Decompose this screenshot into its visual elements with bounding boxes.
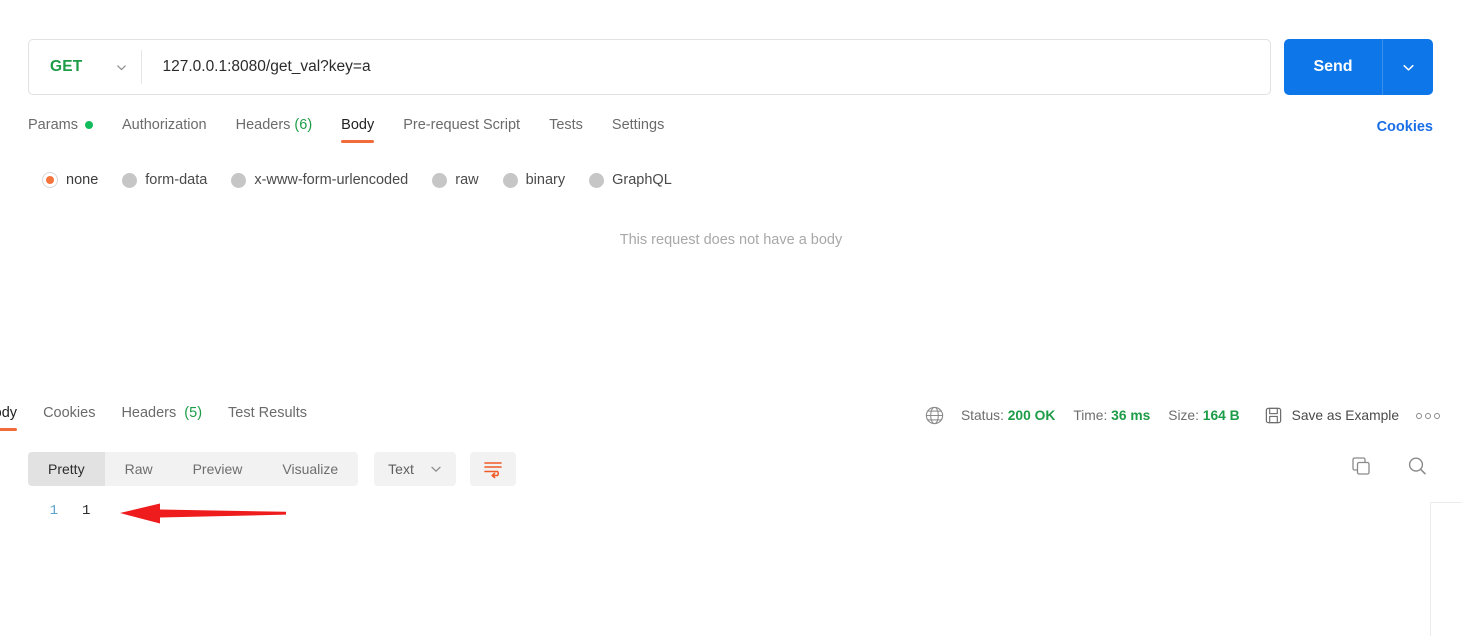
response-status-bar: Status: 200 OK Time: 36 ms Size: 164 B S… — [924, 405, 1440, 426]
search-icon[interactable] — [1406, 455, 1428, 477]
response-tab-headers-count: (5) — [184, 405, 203, 421]
tab-authorization-label: Authorization — [121, 117, 207, 133]
line-content: 1 — [82, 503, 91, 519]
send-options-chevron-down-icon[interactable] — [1383, 39, 1433, 95]
globe-icon — [924, 405, 945, 426]
radio-selected-icon — [42, 172, 58, 188]
time-value: 36 ms — [1111, 408, 1151, 423]
tab-settings[interactable]: Settings — [612, 117, 664, 143]
response-tab-headers[interactable]: Headers (5) — [121, 405, 202, 431]
body-type-graphql[interactable]: GraphQL — [589, 172, 672, 188]
tab-pre-request-script[interactable]: Pre-request Script — [403, 117, 520, 143]
chevron-down-icon — [116, 62, 127, 73]
response-tabs: Body Cookies Headers (5) Test Results — [0, 405, 430, 439]
body-type-form-data-label: form-data — [145, 172, 208, 188]
response-tab-headers-label: Headers — [121, 405, 177, 421]
response-tab-body-label: Body — [0, 405, 18, 421]
view-mode-raw[interactable]: Raw — [105, 452, 173, 486]
view-mode-preview[interactable]: Preview — [173, 452, 263, 486]
tab-body-label: Body — [341, 117, 375, 133]
radio-unselected-icon — [589, 172, 605, 188]
body-type-none[interactable]: none — [42, 172, 98, 188]
tab-params[interactable]: Params — [28, 117, 93, 143]
tab-headers-label: Headers — [235, 117, 291, 133]
body-type-raw[interactable]: raw — [432, 172, 479, 188]
request-tabs: Params Authorization Headers (6) Body Pr… — [28, 117, 693, 149]
status-label: Status: — [960, 408, 1004, 423]
tab-headers[interactable]: Headers (6) — [236, 117, 313, 143]
body-type-urlencoded[interactable]: x-www-form-urlencoded — [231, 172, 408, 188]
response-format-select[interactable]: Text — [374, 452, 456, 486]
copy-icon[interactable] — [1350, 455, 1372, 477]
tab-body[interactable]: Body — [341, 117, 375, 143]
tab-authorization[interactable]: Authorization — [122, 117, 207, 143]
tab-params-label: Params — [28, 117, 78, 133]
response-size[interactable]: Size: 164 B — [1168, 408, 1239, 423]
code-line: 1 1 — [28, 500, 1462, 522]
floppy-disk-icon — [1264, 406, 1283, 425]
response-tab-cookies[interactable]: Cookies — [43, 405, 95, 431]
size-label: Size: — [1168, 408, 1199, 423]
view-mode-visualize[interactable]: Visualize — [262, 452, 358, 486]
response-viewer-toolbar: Pretty Raw Preview Visualize Text — [28, 452, 516, 486]
http-method-label: GET — [50, 58, 83, 75]
tab-pre-request-script-label: Pre-request Script — [403, 117, 521, 133]
body-type-binary-label: binary — [525, 172, 566, 188]
body-type-urlencoded-label: x-www-form-urlencoded — [254, 172, 409, 188]
save-as-example-button[interactable]: Save as Example — [1264, 406, 1399, 425]
radio-unselected-icon — [122, 172, 138, 188]
send-button[interactable]: Send — [1284, 39, 1382, 95]
postman-window: GET 127.0.0.1:8080/get_val?key=a Send Pa… — [0, 0, 1462, 636]
response-body-viewer[interactable]: 1 1 — [28, 500, 1462, 636]
response-view-mode-group: Pretty Raw Preview Visualize — [28, 452, 359, 486]
response-tab-test-results[interactable]: Test Results — [228, 405, 307, 431]
response-tab-cookies-label: Cookies — [43, 405, 96, 421]
panel-divider — [1430, 502, 1431, 636]
chevron-down-icon — [430, 463, 442, 475]
time-label: Time: — [1073, 408, 1108, 423]
more-options-icon[interactable] — [1413, 412, 1440, 419]
tab-tests-label: Tests — [549, 117, 583, 133]
body-type-raw-label: raw — [455, 172, 479, 188]
tab-tests[interactable]: Tests — [549, 117, 583, 143]
response-tab-body[interactable]: Body — [0, 405, 18, 431]
request-url-row: GET 127.0.0.1:8080/get_val?key=a Send — [28, 39, 1433, 95]
empty-body-message: This request does not have a body — [619, 232, 843, 248]
body-type-none-label: none — [66, 172, 99, 188]
response-tab-test-results-label: Test Results — [228, 405, 308, 421]
body-type-form-data[interactable]: form-data — [122, 172, 207, 188]
radio-unselected-icon — [231, 172, 247, 188]
status-code[interactable]: Status: 200 OK — [961, 408, 1055, 423]
radio-unselected-icon — [432, 172, 448, 188]
panel-divider-top — [1430, 502, 1462, 503]
response-format-value: Text — [388, 461, 414, 477]
size-value: 164 B — [1202, 408, 1240, 423]
response-actions — [1316, 455, 1428, 477]
body-type-radio-group: none form-data x-www-form-urlencoded raw… — [42, 172, 696, 188]
body-type-graphql-label: GraphQL — [612, 172, 672, 188]
view-mode-pretty[interactable]: Pretty — [28, 452, 105, 486]
send-button-group[interactable]: Send — [1284, 39, 1433, 95]
status-value: 200 OK — [1007, 408, 1056, 423]
save-as-example-label: Save as Example — [1291, 408, 1399, 423]
word-wrap-icon[interactable] — [469, 452, 516, 486]
cookies-link[interactable]: Cookies — [1377, 119, 1433, 135]
params-modified-dot-icon — [84, 121, 93, 129]
tab-settings-label: Settings — [611, 117, 665, 133]
url-input-container[interactable]: GET 127.0.0.1:8080/get_val?key=a — [28, 39, 1271, 95]
url-input[interactable]: 127.0.0.1:8080/get_val?key=a — [142, 58, 370, 76]
response-time[interactable]: Time: 36 ms — [1073, 408, 1150, 423]
line-number: 1 — [49, 503, 58, 519]
radio-unselected-icon — [502, 172, 518, 188]
http-method-selector[interactable]: GET — [29, 40, 141, 94]
body-type-binary[interactable]: binary — [502, 172, 566, 188]
tab-headers-count: (6) — [294, 117, 313, 133]
